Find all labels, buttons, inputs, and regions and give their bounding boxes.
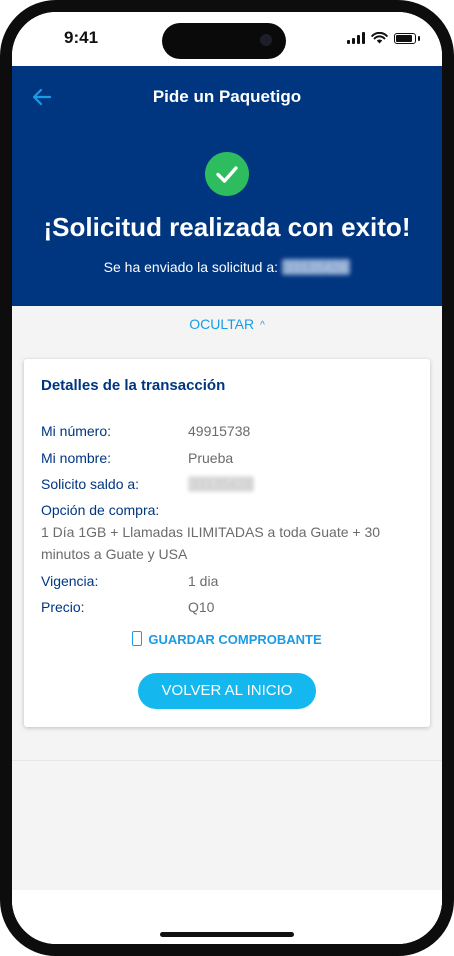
- camera-icon: [260, 34, 272, 46]
- request-value: 33135428: [188, 476, 255, 492]
- validity-value: 1 dia: [188, 573, 219, 589]
- save-receipt-button[interactable]: GUARDAR COMPROBANTE: [24, 631, 430, 647]
- price-label: Precio:: [41, 599, 85, 615]
- option-label: Opción de compra:: [41, 502, 160, 518]
- my-number-label: Mi número:: [41, 423, 112, 439]
- price-value: Q10: [188, 599, 215, 615]
- my-number-value: 49915738: [188, 423, 251, 439]
- dynamic-island: [162, 23, 286, 59]
- status-bar: 9:41: [12, 12, 442, 66]
- recipient-number: 33135428: [282, 259, 351, 275]
- app-title: Pide un Paquetigo: [152, 87, 302, 106]
- validity-label: Vigencia:: [41, 573, 99, 589]
- my-name-label: Mi nombre:: [41, 450, 112, 466]
- check-circle-icon: [205, 152, 249, 196]
- battery-tip: [418, 35, 420, 41]
- request-value-wrap: 33135428: [188, 476, 255, 492]
- battery-icon: [394, 32, 416, 44]
- hide-details-toggle[interactable]: OCULTAR ^: [12, 316, 442, 332]
- bottom-safe-area: [12, 890, 442, 944]
- request-label: Solicito saldo a:: [41, 476, 140, 492]
- transaction-details-card: Detalles de la transacción Mi número: 49…: [24, 359, 430, 727]
- arrow-left-icon[interactable]: [30, 86, 54, 108]
- save-receipt-label: GUARDAR COMPROBANTE: [148, 632, 322, 647]
- home-indicator[interactable]: [160, 932, 294, 937]
- subtitle-text: Se ha enviado la solicitud a:: [103, 259, 279, 275]
- phone-frame: 9:41 Pide un Paquetigo ¡Solicitud realiz…: [0, 0, 454, 956]
- status-icons: [347, 32, 420, 44]
- status-time: 9:41: [64, 28, 99, 47]
- signal-icon: [347, 32, 365, 44]
- app-bar: Pide un Paquetigo: [12, 66, 442, 128]
- card-title: Detalles de la transacción: [41, 377, 226, 394]
- option-value: 1 Día 1GB + Llamadas ILIMITADAS a toda G…: [41, 524, 381, 562]
- success-title: ¡Solicitud realizada con exito!: [43, 212, 411, 242]
- back-to-home-button[interactable]: VOLVER AL INICIO: [138, 673, 316, 709]
- success-subtitle: Se ha enviado la solicitud a: 33135428: [12, 259, 442, 275]
- my-name-value: Prueba: [188, 450, 234, 466]
- screen: 9:41 Pide un Paquetigo ¡Solicitud realiz…: [12, 12, 442, 944]
- success-banner: ¡Solicitud realizada con exito! Se ha en…: [12, 128, 442, 306]
- wifi-icon: [371, 32, 388, 44]
- chevron-up-icon: ^: [260, 319, 265, 331]
- phone-icon: [132, 631, 143, 646]
- divider: [12, 760, 442, 761]
- toggle-label: OCULTAR: [189, 316, 255, 332]
